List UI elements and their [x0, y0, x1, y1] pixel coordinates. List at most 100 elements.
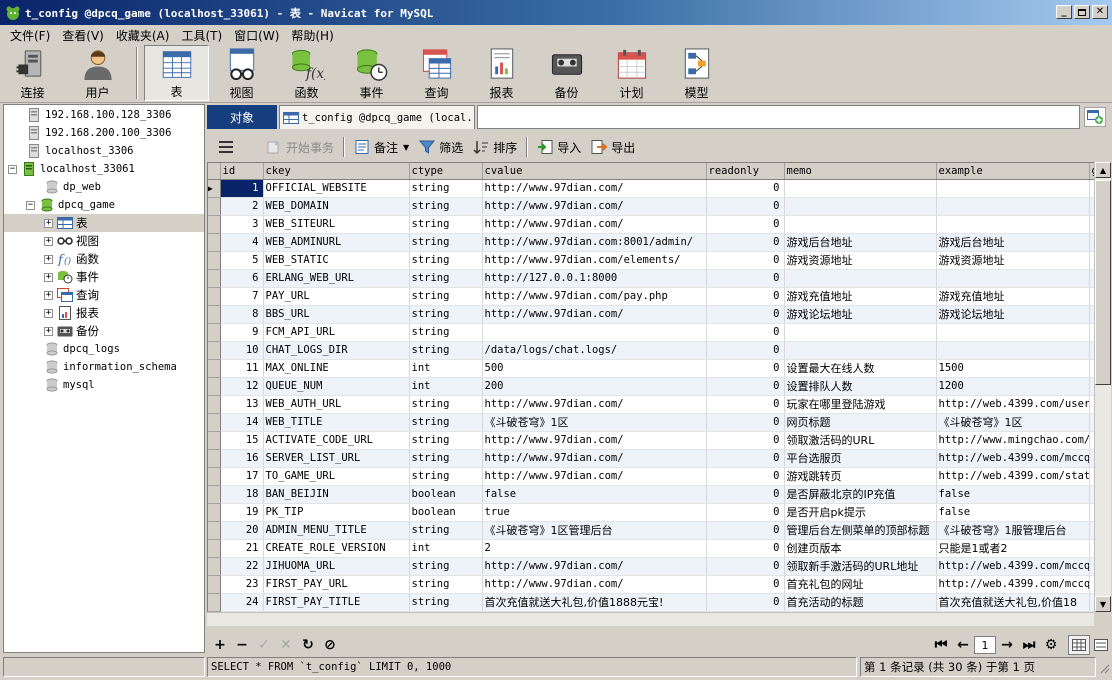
cell-readonly[interactable]: 0	[706, 521, 785, 540]
begin-transaction-button[interactable]: 开始事务	[261, 135, 339, 159]
cell-readonly[interactable]: 0	[706, 539, 785, 558]
row-indicator[interactable]	[208, 575, 221, 594]
cell-example[interactable]: 游戏论坛地址	[936, 305, 1090, 324]
table-row[interactable]: 18 BAN_BEIJIN boolean false 0 是否屏蔽北京的IP充值 fals…	[208, 485, 1094, 504]
next-page-button[interactable]: →	[996, 635, 1018, 655]
cell-example[interactable]	[936, 179, 1090, 198]
expand-icon[interactable]: +	[44, 218, 53, 228]
form-view-button[interactable]	[1090, 635, 1112, 655]
row-indicator[interactable]	[208, 521, 221, 540]
cell-example[interactable]: 只能是1或者2	[936, 539, 1090, 558]
cell-cvalue[interactable]: /data/logs/chat.logs/	[482, 341, 707, 360]
vertical-scrollbar[interactable]: ▲ ▼	[1094, 162, 1111, 612]
row-indicator[interactable]	[208, 539, 221, 558]
cell-memo[interactable]: 游戏充值地址	[784, 287, 937, 306]
collapse-icon[interactable]: −	[26, 200, 35, 210]
filter-button[interactable]: 筛选	[414, 135, 468, 159]
cell-id[interactable]: 22	[220, 557, 264, 576]
cell-memo[interactable]: 网页标题	[784, 413, 937, 432]
settings-button[interactable]: ⚙	[1040, 635, 1062, 655]
row-indicator[interactable]	[208, 251, 221, 270]
table-row[interactable]: 11 MAX_ONLINE int 500 0 设置最大在线人数 1500	[208, 359, 1094, 378]
cell-example[interactable]: 1200	[936, 377, 1090, 396]
column-header-cvalue[interactable]: cvalue	[482, 163, 707, 180]
cell-id[interactable]: 6	[220, 269, 264, 288]
cell-cvalue[interactable]: http://www.97dian.com/	[482, 215, 707, 234]
cell-example[interactable]: false	[936, 503, 1090, 522]
cell-id[interactable]: 24	[220, 593, 264, 612]
cell-id[interactable]: 19	[220, 503, 264, 522]
cell-readonly[interactable]: 0	[706, 431, 785, 450]
menu-tools[interactable]: 工具(T)	[175, 27, 228, 44]
cell-id[interactable]: 16	[220, 449, 264, 468]
cell-memo[interactable]: 游戏跳转页	[784, 467, 937, 486]
maximize-button[interactable]	[1074, 5, 1090, 19]
cell-example[interactable]: 1500	[936, 359, 1090, 378]
column-header-memo[interactable]: memo	[784, 163, 937, 180]
cell-memo[interactable]: 游戏资源地址	[784, 251, 937, 270]
tree-db-dpcq-game[interactable]: − dpcq_game	[26, 196, 115, 214]
cell-id[interactable]: 3	[220, 215, 264, 234]
row-indicator[interactable]	[208, 557, 221, 576]
cell-ctype[interactable]: string	[409, 251, 483, 270]
menu-view[interactable]: 查看(V)	[56, 27, 110, 44]
cell-id[interactable]: 10	[220, 341, 264, 360]
row-indicator[interactable]	[208, 449, 221, 468]
tree-connection-localhost-33061[interactable]: − localhost_33061	[8, 160, 135, 178]
cell-ctype[interactable]: int	[409, 359, 483, 378]
cell-cvalue[interactable]: http://www.97dian.com/	[482, 557, 707, 576]
discard-changes-button[interactable]: ✕	[275, 635, 297, 655]
cell-readonly[interactable]: 0	[706, 197, 785, 216]
cell-id[interactable]: 7	[220, 287, 264, 306]
table-row[interactable]: 5 WEB_STATIC string http://www.97dian.com/e…	[208, 251, 1094, 270]
row-indicator[interactable]	[208, 413, 221, 432]
cell-example[interactable]	[936, 215, 1090, 234]
table-row[interactable]: 10 CHAT_LOGS_DIR string/data/logs/chat.log…	[208, 341, 1094, 360]
menu-help[interactable]: 帮助(H)	[285, 27, 339, 44]
cell-memo[interactable]: 领取激活码的URL	[784, 431, 937, 450]
export-button[interactable]: 导出	[586, 135, 640, 159]
cell-id[interactable]: 17	[220, 467, 264, 486]
cell-ckey[interactable]: FCM_API_URL	[263, 323, 410, 342]
cell-ckey[interactable]: FIRST_PAY_URL	[263, 575, 410, 594]
first-page-button[interactable]: ⏮	[930, 635, 952, 655]
user-button[interactable]: 用户	[65, 45, 130, 101]
cell-memo[interactable]	[784, 197, 937, 216]
tree-node-reports[interactable]: + 报表	[44, 304, 99, 322]
cell-id[interactable]: 8	[220, 305, 264, 324]
cell-example[interactable]: 游戏后台地址	[936, 233, 1090, 252]
cell-cvalue[interactable]: http://www.97dian.com/elements/	[482, 251, 707, 270]
cell-ckey[interactable]: SERVER_LIST_URL	[263, 449, 410, 468]
row-indicator[interactable]	[208, 431, 221, 450]
cell-example[interactable]	[936, 269, 1090, 288]
expand-icon[interactable]: +	[44, 308, 53, 318]
cell-id[interactable]: 13	[220, 395, 264, 414]
cell-memo[interactable]	[784, 269, 937, 288]
cell-example[interactable]: 首次充值就送大礼包,价值18	[936, 593, 1090, 612]
cell-ctype[interactable]: string	[409, 197, 483, 216]
cell-memo[interactable]: 设置最大在线人数	[784, 359, 937, 378]
query-button[interactable]: 查询	[404, 45, 469, 101]
cell-ckey[interactable]: WEB_SITEURL	[263, 215, 410, 234]
table-row[interactable]: 22 JIHUOMA_URL string http://www.97dian.com…	[208, 557, 1094, 576]
cell-ckey[interactable]: OFFICIAL_WEBSITE	[263, 179, 410, 198]
row-indicator[interactable]	[208, 377, 221, 396]
cell-memo[interactable]	[784, 323, 937, 342]
close-button[interactable]: ✕	[1092, 5, 1108, 19]
cell-readonly[interactable]: 0	[706, 377, 785, 396]
cell-readonly[interactable]: 0	[706, 179, 785, 198]
tree-db-mysql[interactable]: mysql	[44, 376, 95, 394]
expand-icon[interactable]: +	[44, 254, 53, 264]
table-row[interactable]: 23 FIRST_PAY_URL string http://www.97dian.c…	[208, 575, 1094, 594]
row-indicator[interactable]	[208, 467, 221, 486]
table-row[interactable]: 16 SERVER_LIST_URL string http://www.97dian…	[208, 449, 1094, 468]
table-row[interactable]: 12 QUEUE_NUM int 200 0 设置排队人数 1200	[208, 377, 1094, 396]
cell-memo[interactable]	[784, 341, 937, 360]
menu-window[interactable]: 窗口(W)	[228, 27, 285, 44]
cell-ctype[interactable]: string	[409, 449, 483, 468]
page-number-input[interactable]: 1	[974, 636, 996, 654]
cell-example[interactable]	[936, 197, 1090, 216]
cell-ctype[interactable]: string	[409, 179, 483, 198]
cell-readonly[interactable]: 0	[706, 305, 785, 324]
cell-ctype[interactable]: string	[409, 233, 483, 252]
